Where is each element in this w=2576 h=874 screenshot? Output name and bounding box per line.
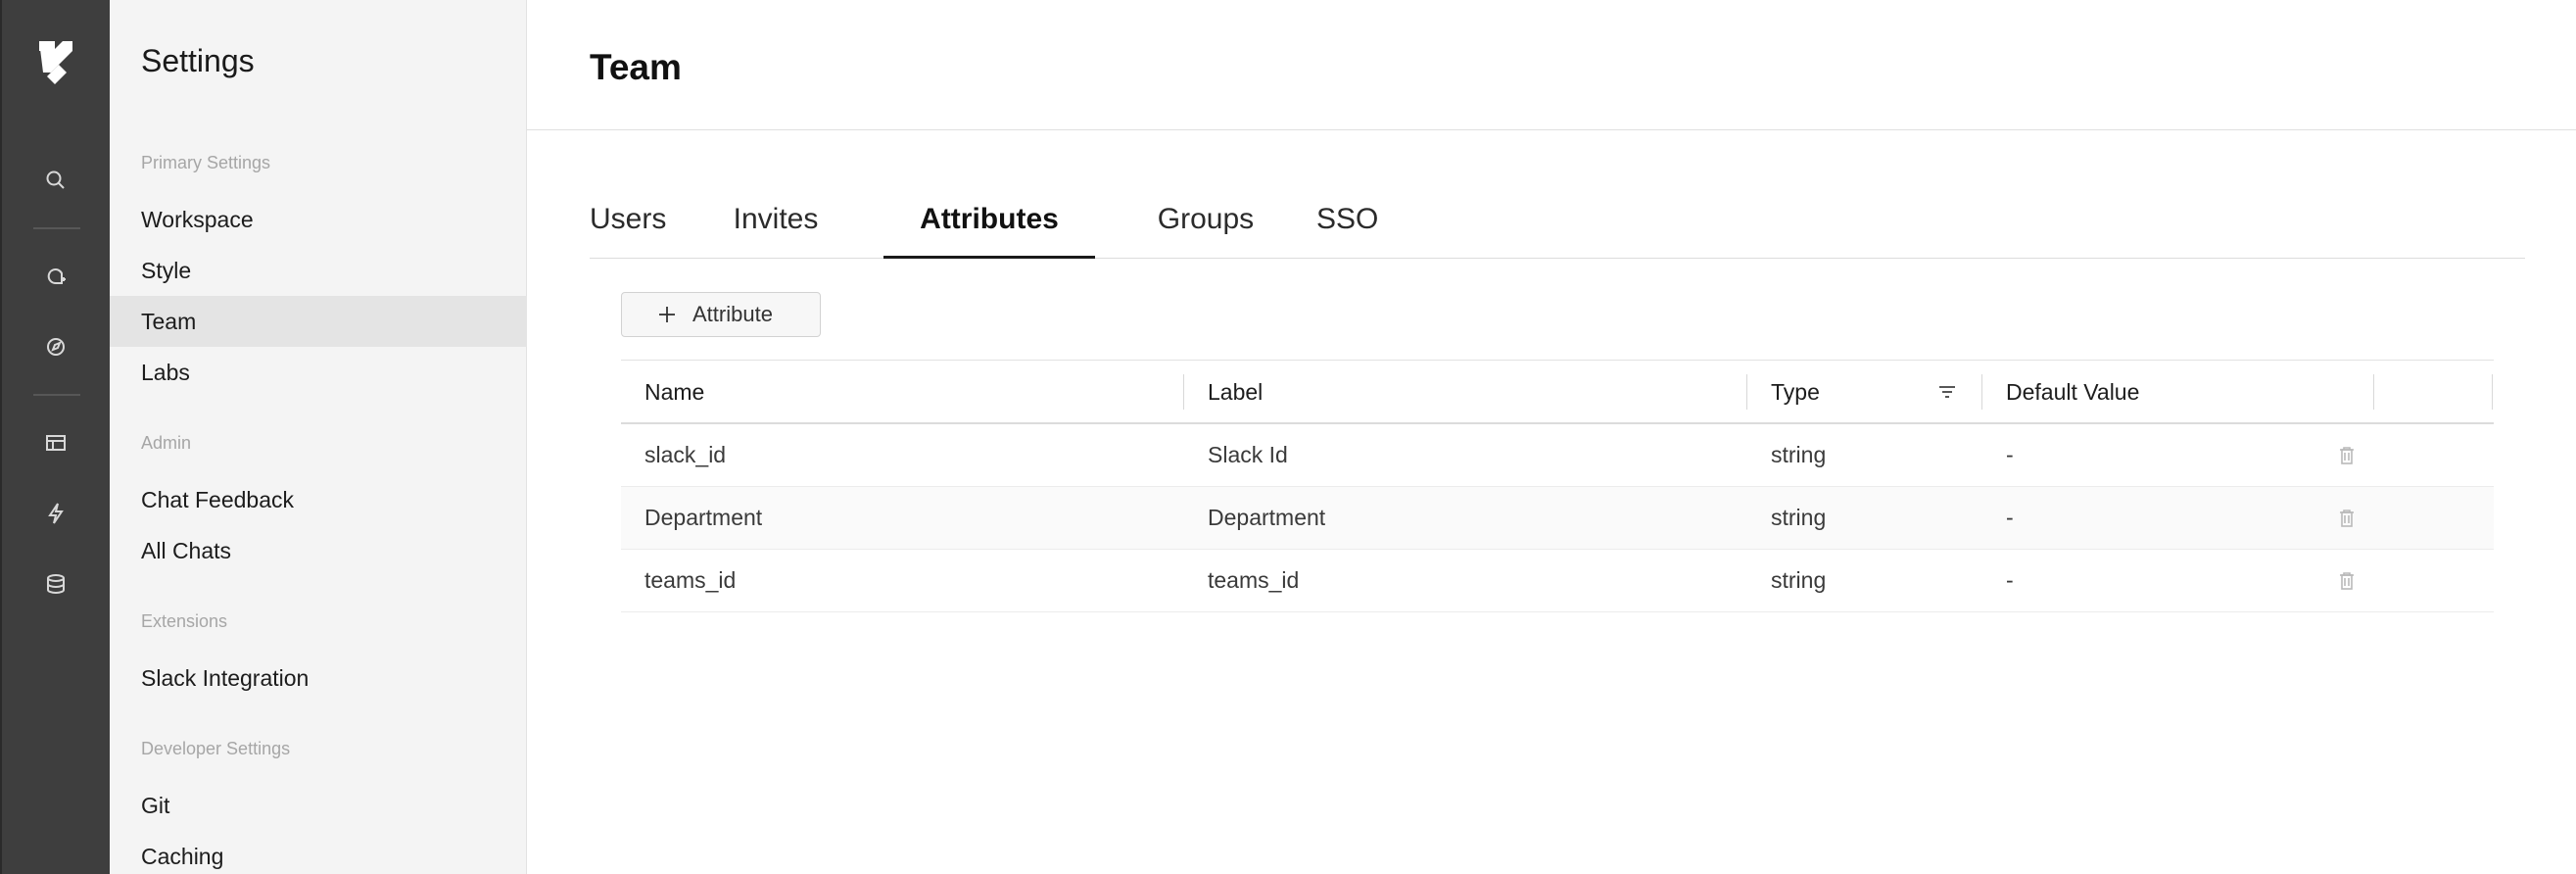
cell-label: Slack Id	[1208, 442, 1288, 467]
sidebar-group-developer-settings: Developer Settings	[141, 739, 291, 758]
sidebar-item-workspace[interactable]: Workspace	[110, 194, 527, 245]
column-resize-handle[interactable]	[2492, 374, 2493, 410]
column-header-name[interactable]: Name	[644, 361, 704, 423]
search-icon[interactable]	[42, 167, 70, 194]
header-divider	[527, 129, 2576, 130]
sidebar-item-git[interactable]: Git	[110, 780, 527, 831]
table-icon[interactable]	[42, 429, 70, 457]
column-resize-handle[interactable]	[2373, 374, 2374, 410]
sidebar-group-admin: Admin	[141, 433, 192, 453]
lightning-icon[interactable]	[42, 500, 70, 527]
cell-name: Department	[644, 505, 763, 530]
sidebar-item-team[interactable]: Team	[110, 296, 527, 347]
table-header: Name Label Type Default Value	[621, 360, 2494, 424]
rail-divider	[33, 394, 80, 396]
trash-icon[interactable]	[2335, 569, 2359, 593]
sidebar-group-primary-settings: Primary Settings	[141, 153, 271, 172]
plus-icon	[659, 307, 675, 322]
explore-icon[interactable]	[42, 333, 70, 361]
cell-label: teams_id	[1208, 567, 1300, 593]
cell-type: string	[1771, 442, 1827, 467]
sidebar-item-caching[interactable]: Caching	[110, 831, 527, 874]
page-title: Team	[590, 47, 682, 87]
column-resize-handle[interactable]	[1981, 374, 1982, 410]
sidebar-item-chat-feedback[interactable]: Chat Feedback	[110, 474, 527, 525]
sidebar-group-extensions: Extensions	[141, 611, 228, 631]
tab-users[interactable]: Users	[590, 186, 666, 259]
sidebar-item-slack-integration[interactable]: Slack Integration	[110, 653, 527, 704]
attributes-table: Name Label Type Default Value slack_id S…	[621, 360, 2494, 612]
column-resize-handle[interactable]	[1183, 374, 1184, 410]
sidebar-item-all-chats[interactable]: All Chats	[110, 525, 527, 576]
trash-icon[interactable]	[2335, 444, 2359, 467]
sidebar-item-style[interactable]: Style	[110, 245, 527, 296]
cell-name: teams_id	[644, 567, 737, 593]
table-row[interactable]: Department Department string -	[621, 487, 2494, 550]
cell-label: Department	[1208, 505, 1326, 530]
settings-sidebar: Settings Primary Settings Workspace Styl…	[110, 0, 527, 874]
main-content: Team Users Invites Attributes Groups SSO…	[527, 0, 2576, 874]
table-row[interactable]: slack_id Slack Id string -	[621, 424, 2494, 487]
tab-attributes[interactable]: Attributes	[883, 186, 1095, 259]
column-header-default-value[interactable]: Default Value	[2006, 361, 2139, 423]
cell-default-value: -	[2006, 442, 2014, 467]
filter-icon[interactable]	[1935, 380, 1959, 404]
sidebar-title: Settings	[141, 43, 255, 78]
add-attribute-button[interactable]: Attribute	[621, 292, 821, 337]
cell-type: string	[1771, 567, 1827, 593]
icon-rail	[0, 0, 110, 874]
cell-default-value: -	[2006, 505, 2014, 530]
retool-logo[interactable]	[33, 37, 78, 86]
notification-icon[interactable]	[42, 263, 70, 290]
cell-type: string	[1771, 505, 1827, 530]
trash-icon[interactable]	[2335, 507, 2359, 530]
tab-bar: Users Invites Attributes Groups SSO	[590, 186, 2525, 259]
tab-invites[interactable]: Invites	[729, 186, 823, 259]
rail-divider	[33, 227, 80, 229]
sidebar-item-labs[interactable]: Labs	[110, 347, 527, 398]
app: Settings Primary Settings Workspace Styl…	[0, 0, 2576, 874]
database-icon[interactable]	[42, 570, 70, 598]
cell-name: slack_id	[644, 442, 727, 467]
column-header-type[interactable]: Type	[1771, 361, 1820, 423]
add-attribute-label: Attribute	[692, 302, 773, 326]
cell-default-value: -	[2006, 567, 2014, 593]
column-header-label[interactable]: Label	[1208, 361, 1263, 423]
tab-sso[interactable]: SSO	[1316, 186, 1378, 259]
table-row[interactable]: teams_id teams_id string -	[621, 550, 2494, 612]
tab-groups[interactable]: Groups	[1156, 186, 1256, 259]
column-resize-handle[interactable]	[1746, 374, 1747, 410]
